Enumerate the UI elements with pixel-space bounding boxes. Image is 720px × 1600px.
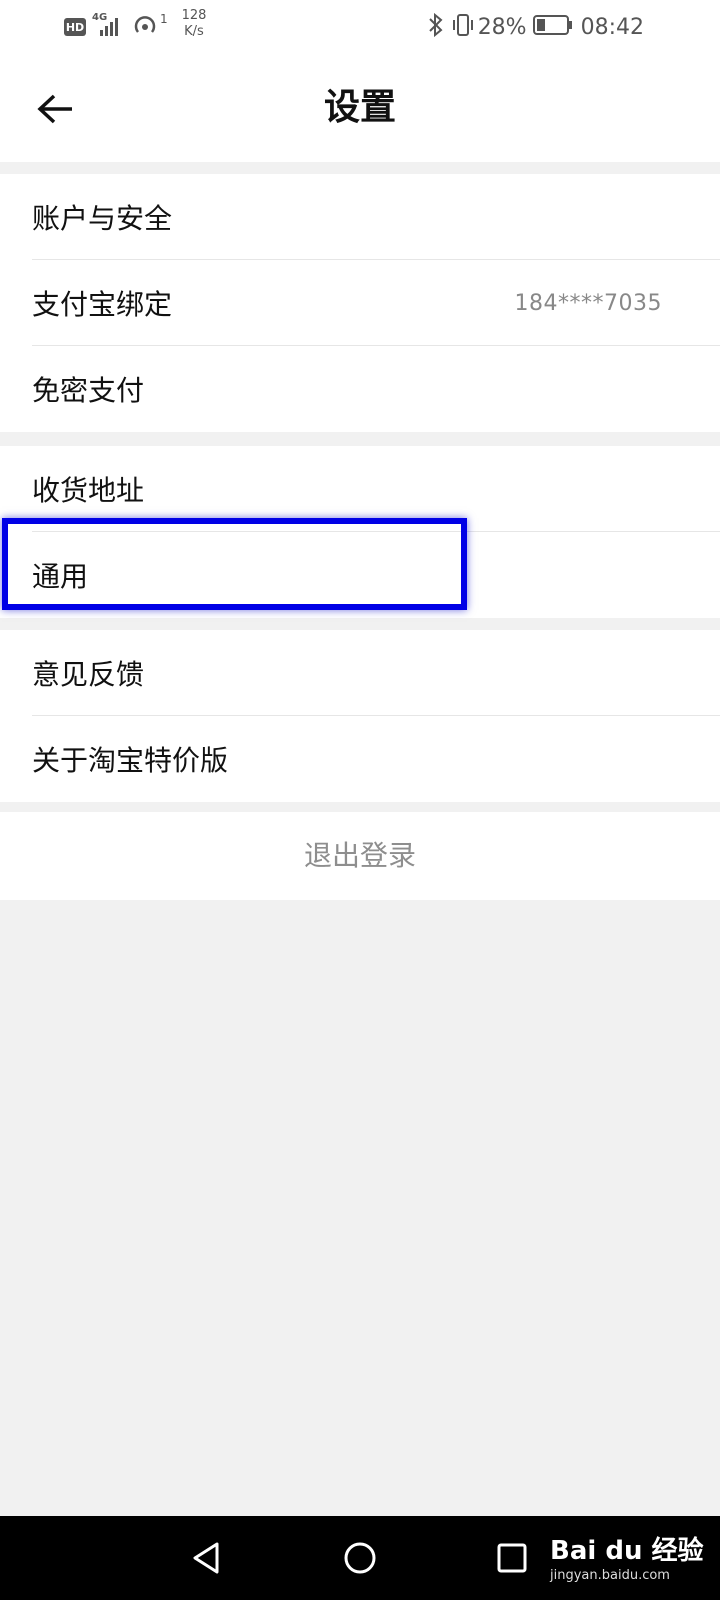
triangle-back-icon	[193, 1542, 219, 1574]
about-app-row[interactable]: 关于淘宝特价版	[0, 716, 720, 802]
hd-badge: HD	[64, 18, 86, 36]
settings-screen: HD 4G 1 128 K/s 28% 08:42 设置 账户与安全 支付宝绑定…	[0, 0, 720, 1600]
vibrate-icon	[450, 13, 476, 41]
shipping-address-row[interactable]: 收货地址	[0, 446, 720, 532]
hotspot-count: 1	[160, 12, 168, 26]
page-title: 设置	[323, 87, 396, 128]
battery-icon	[532, 14, 573, 40]
password-free-payment-row[interactable]: 免密支付	[0, 346, 720, 432]
row-label: 账户与安全	[32, 202, 173, 235]
back-button[interactable]	[34, 88, 76, 130]
arrow-left-icon	[37, 94, 72, 124]
settings-group-about: 意见反馈 关于淘宝特价版	[0, 630, 720, 802]
baidu-jingyan-watermark: Bai du 经验 jingyan.baidu.com	[550, 1524, 704, 1594]
row-label: 收货地址	[32, 474, 145, 507]
nav-back-button[interactable]	[182, 1534, 230, 1582]
status-bar: HD 4G 1 128 K/s 28% 08:42	[0, 0, 720, 54]
settings-group-account: 账户与安全 支付宝绑定 184****7035 免密支付	[0, 174, 720, 432]
alipay-binding-row[interactable]: 支付宝绑定 184****7035	[0, 260, 720, 346]
status-bar-left: HD 4G 1 128 K/s	[64, 8, 206, 44]
network-type: 4G	[92, 12, 108, 23]
general-row[interactable]: 通用	[0, 532, 720, 618]
settings-group-general: 收货地址 通用	[0, 446, 720, 618]
watermark-brand: Bai du 经验	[550, 1536, 704, 1566]
watermark-site: jingyan.baidu.com	[550, 1568, 670, 1583]
status-bar-right: 28% 08:42	[428, 10, 644, 44]
battery-percent: 28%	[477, 14, 527, 40]
account-security-row[interactable]: 账户与安全	[0, 174, 720, 260]
nav-recents-button[interactable]	[488, 1534, 536, 1582]
navigation-bar: Bai du 经验 jingyan.baidu.com	[0, 1516, 720, 1600]
row-label: 通用	[32, 560, 89, 593]
bluetooth-icon	[428, 12, 444, 41]
circle-home-icon	[344, 1542, 376, 1574]
feedback-row[interactable]: 意见反馈	[0, 630, 720, 716]
nav-home-button[interactable]	[336, 1534, 384, 1582]
row-label: 意见反馈	[32, 658, 145, 691]
network-speed: 128 K/s	[174, 8, 214, 40]
square-recents-icon	[497, 1543, 527, 1573]
header: 设置	[0, 54, 720, 162]
row-label: 免密支付	[32, 374, 145, 407]
logout-button[interactable]: 退出登录	[0, 812, 720, 900]
speed-unit: K/s	[184, 24, 204, 39]
row-label: 关于淘宝特价版	[32, 744, 229, 777]
speed-value: 128	[181, 8, 207, 23]
clock: 08:42	[580, 14, 644, 40]
hotspot-icon	[132, 14, 158, 40]
alipay-account-value: 184****7035	[514, 290, 662, 316]
row-label: 支付宝绑定	[32, 288, 173, 321]
